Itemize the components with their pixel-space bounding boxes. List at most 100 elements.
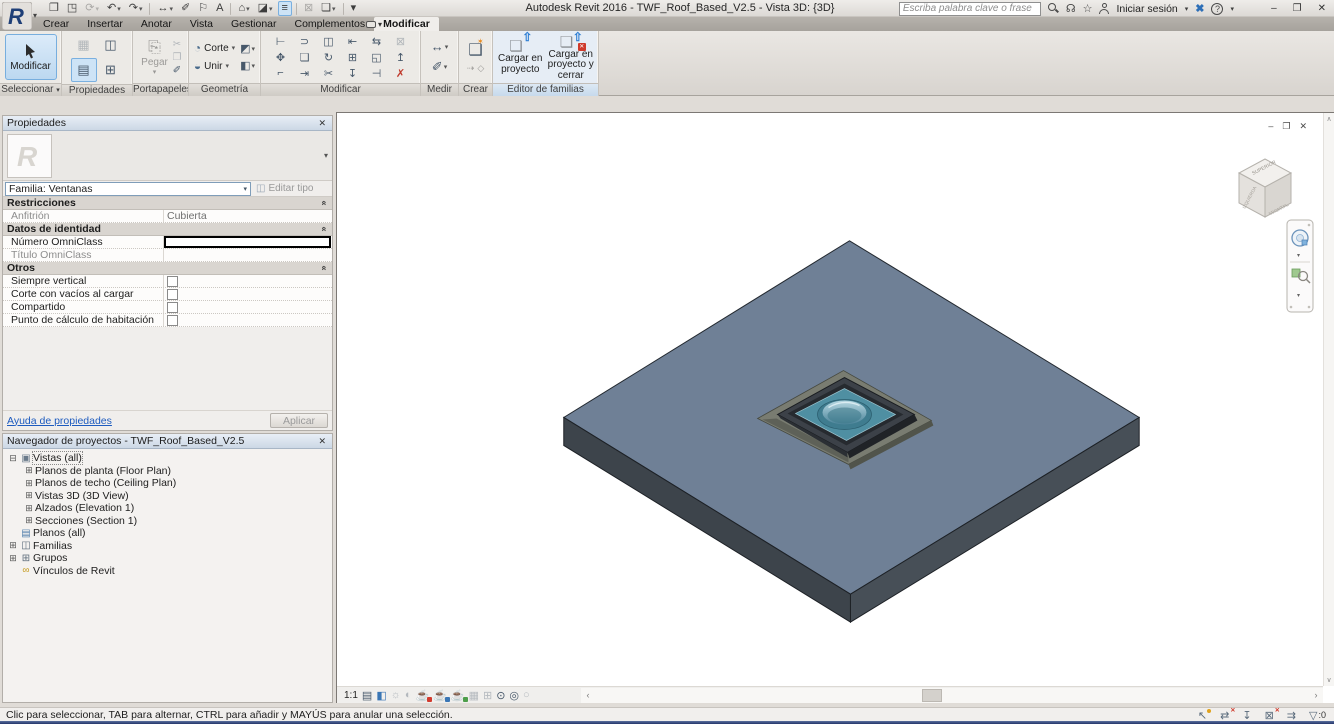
view-close-icon[interactable]: ✕ — [1299, 121, 1307, 132]
group-datos-identidad[interactable]: Datos de identidad « — [3, 223, 332, 236]
property-checkbox[interactable] — [167, 289, 178, 300]
section-icon[interactable]: ◪ ▾ — [255, 1, 276, 16]
background-processes-icon[interactable]: ⇉ — [1287, 709, 1297, 722]
tab-insertar[interactable]: Insertar — [78, 17, 132, 31]
horizontal-scrollbar[interactable]: ‹ › — [581, 688, 1323, 703]
create-similar-icon[interactable]: ⇢ — [467, 63, 475, 74]
design-options-icon[interactable]: ⊠ — [1265, 709, 1275, 722]
move-icon[interactable]: ✥ — [269, 50, 293, 65]
tab-vista[interactable]: Vista — [181, 17, 222, 31]
apply-button[interactable]: Aplicar — [270, 413, 328, 428]
tree-expander-icon[interactable] — [7, 453, 19, 464]
minimize-button[interactable]: – — [1271, 3, 1277, 14]
qat-icon[interactable]: ▾ — [149, 3, 150, 15]
show-crop-icon[interactable]: ⊞ — [482, 689, 493, 702]
trim-icon[interactable]: ⌐ — [269, 66, 293, 81]
pin-icon[interactable]: ↧ — [341, 66, 365, 81]
tree-item-grupos[interactable]: Grupos — [3, 552, 332, 565]
close-browser-icon[interactable]: ✕ — [316, 436, 328, 447]
tree-item-vinculos[interactable]: Vínculos de Revit — [3, 565, 332, 578]
undo-icon[interactable]: ↶ ▾ — [104, 1, 124, 16]
row-compartido[interactable]: Compartido « — [3, 301, 332, 314]
row-numero-omniclass[interactable]: Número OmniClass « — [3, 236, 332, 249]
cope-icon[interactable]: ◩ ▾ — [240, 42, 255, 55]
group-restricciones[interactable]: Restricciones « — [3, 197, 332, 210]
qat-icon[interactable]: ▾ — [230, 3, 231, 15]
group-collapse-icon[interactable]: « — [319, 226, 329, 231]
exchange-apps-icon[interactable]: ✖ — [1195, 2, 1204, 15]
tree-item-vistas[interactable]: Vistas (all) — [3, 452, 332, 465]
shadows-icon[interactable]: ◐ — [404, 689, 413, 701]
model-view[interactable]: – ❐ ✕ SUPERIOR IZQUIERDA FRONTAL — [337, 113, 1323, 686]
panel-label-family-editor[interactable]: Editor de familias — [493, 83, 598, 96]
search-icon[interactable] — [1048, 3, 1059, 14]
tree-expander-icon[interactable] — [7, 540, 19, 551]
family-parameters-icon[interactable]: ◫ ▾ — [98, 33, 124, 57]
join-geometry-button[interactable]: ◒ Unir ▾ — [194, 59, 235, 73]
crop-view-icon[interactable]: ▦ — [468, 689, 480, 702]
property-checkbox[interactable] — [167, 302, 178, 313]
property-checkbox[interactable] — [167, 315, 178, 326]
panel-label-measure[interactable]: Medir — [421, 83, 458, 96]
close-button[interactable]: ✕ — [1318, 3, 1326, 14]
tree-item-planos-planta[interactable]: Planos de planta (Floor Plan) — [3, 465, 332, 478]
match-properties-icon[interactable]: ✐ ▾ — [173, 65, 182, 76]
rotate-icon[interactable]: ↻ — [317, 50, 341, 65]
pin-cursor-icon[interactable]: ↧ — [1242, 709, 1252, 722]
properties-help-link[interactable]: Ayuda de propiedades — [7, 415, 112, 427]
sun-path-icon[interactable]: ☼ — [390, 689, 402, 701]
panel-label-geometry[interactable]: Geometría — [189, 83, 260, 96]
zoom-caret-icon[interactable]: ▾ — [1297, 293, 1300, 299]
tab-gestionar[interactable]: Gestionar — [222, 17, 286, 31]
type-preview[interactable]: R ▾ — [3, 131, 332, 181]
scrollbar-thumb[interactable] — [922, 689, 942, 702]
copy-modify-icon[interactable]: ❏ — [293, 50, 317, 65]
row-corte-vacios[interactable]: Corte con vacíos al cargar « — [3, 288, 332, 301]
drawing-area[interactable]: – ❐ ✕ SUPERIOR IZQUIERDA FRONTAL — [336, 112, 1334, 703]
exclude-options-icon[interactable]: ⇄ — [1220, 709, 1230, 722]
search-input[interactable] — [899, 2, 1041, 16]
delete-icon[interactable]: ✗ — [389, 66, 413, 81]
load-into-project-button[interactable]: ❏ ⇧ Cargar en proyecto — [497, 33, 544, 81]
view-minimize-icon[interactable]: – — [1268, 121, 1273, 132]
solid-tools-icon[interactable]: ◧ ▾ — [240, 59, 255, 72]
tab-complementos[interactable]: Complementos — [286, 17, 375, 31]
restore-button[interactable]: ❐ — [1293, 3, 1302, 14]
hide-isolate-icon[interactable]: ◎ — [508, 689, 520, 702]
offset-icon[interactable]: ⊃ — [293, 34, 317, 49]
editable-only-icon[interactable]: ↖ — [1198, 709, 1208, 722]
qat-icon[interactable]: ▾ — [343, 3, 344, 15]
measure-linear-icon[interactable]: ↔ ▾ — [431, 39, 449, 54]
group-otros[interactable]: Otros « — [3, 262, 332, 275]
tree-item-secciones[interactable]: Secciones (Section 1) — [3, 515, 332, 528]
panel-label-properties[interactable]: Propiedades — [62, 84, 132, 96]
aligned-dimension-icon[interactable]: ↔ ▾ — [154, 1, 176, 16]
ribbon-minimize-toggle[interactable]: ▾ — [362, 18, 386, 30]
split-align-icon[interactable]: ⇤ — [341, 34, 365, 49]
tree-expander-icon[interactable] — [23, 478, 35, 489]
group-collapse-icon[interactable]: « — [319, 200, 329, 205]
switch-windows-icon[interactable]: ❏ ▾ — [318, 1, 338, 16]
array-icon[interactable]: ⊞ — [341, 50, 365, 65]
detail-level-icon[interactable]: ▤ — [361, 689, 373, 702]
tab-crear[interactable]: Crear — [34, 17, 78, 31]
row-punto-calculo[interactable]: Punto de cálculo de habitación « — [3, 314, 332, 327]
sign-in-button[interactable]: Iniciar sesión — [1116, 3, 1177, 15]
tree-item-vistas-3d[interactable]: Vistas 3D (3D View) — [3, 490, 332, 503]
row-anfitrion[interactable]: Anfitrión « Cubierta — [3, 210, 332, 223]
view-restore-icon[interactable]: ❐ — [1282, 121, 1290, 132]
tab-anotar[interactable]: Anotar — [132, 17, 181, 31]
copy-icon[interactable]: ❐ ▾ — [173, 52, 182, 63]
row-siempre-vertical[interactable]: Siempre vertical « — [3, 275, 332, 288]
redo-icon[interactable]: ↷ ▾ — [126, 1, 146, 16]
properties-header[interactable]: Propiedades ✕ — [3, 116, 332, 131]
create-group-icon[interactable]: ❑ — [468, 40, 482, 60]
cut-geometry-button[interactable]: ◔ Corte ▾ — [194, 41, 235, 55]
sync-icon[interactable]: ⟳ ▾ — [82, 1, 102, 16]
swap-icon[interactable]: ⇆ — [365, 34, 389, 49]
sign-in-caret-icon[interactable]: ▾ — [1185, 5, 1189, 13]
tree-item-alzados[interactable]: Alzados (Elevation 1) — [3, 502, 332, 515]
vertical-scrollbar[interactable]: ∧ ∨ — [1323, 113, 1334, 686]
align2-icon[interactable]: ⊣ — [365, 66, 389, 81]
text-icon[interactable]: A ▾ — [213, 1, 226, 16]
